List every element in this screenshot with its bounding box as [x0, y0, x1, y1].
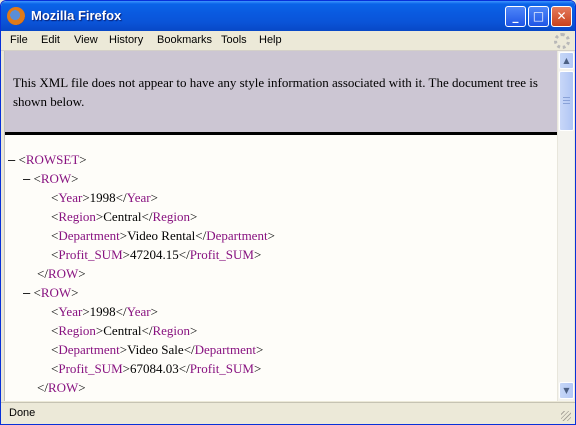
menu-file[interactable]: File	[10, 34, 28, 46]
document-viewport[interactable]: This XML file does not appear to have an…	[4, 51, 557, 401]
tree-field: <Department>Video Rental</Department>	[51, 228, 275, 243]
vertical-scrollbar[interactable]: ▲ ▼	[557, 51, 574, 401]
tree-field: <Region>Central</Region>	[51, 323, 198, 338]
menu-view[interactable]: View	[74, 34, 98, 46]
scroll-down-arrow-icon[interactable]: ▼	[559, 382, 574, 399]
field-value: Video Sale	[127, 342, 184, 357]
tree-field: <Year>1998</Year>	[51, 190, 158, 205]
tree-row-open: – <ROW>	[23, 285, 79, 300]
close-button[interactable]: ✕	[551, 6, 572, 27]
tree-field: <Year>1998</Year>	[51, 304, 158, 319]
menu-history[interactable]: History	[109, 34, 143, 46]
collapse-toggle-row[interactable]: –	[23, 286, 30, 300]
scroll-up-arrow-icon[interactable]: ▲	[559, 52, 574, 69]
field-value: 1998	[89, 304, 116, 319]
menu-tools[interactable]: Tools	[221, 34, 247, 46]
browser-window: Mozilla Firefox _ □ ✕ File Edit View His…	[0, 0, 576, 425]
collapse-toggle-row[interactable]: –	[23, 172, 30, 186]
tree-root-open: – <ROWSET>	[8, 152, 87, 167]
maximize-button[interactable]: □	[528, 6, 549, 27]
status-bar: Done	[1, 402, 575, 424]
xml-notice-banner: This XML file does not appear to have an…	[5, 51, 557, 135]
field-value: Central	[103, 323, 142, 338]
field-value: 47204.15	[129, 247, 179, 262]
scrollbar-thumb[interactable]	[559, 71, 574, 131]
tag-name: ROWSET	[25, 152, 80, 167]
tree-field: <Region>Central</Region>	[51, 209, 198, 224]
activity-throbber-icon	[554, 33, 570, 49]
menu-edit[interactable]: Edit	[41, 34, 60, 46]
status-text: Done	[9, 407, 36, 419]
tag-name: ROW	[40, 285, 72, 300]
window-title: Mozilla Firefox	[31, 8, 122, 23]
menu-bar: File Edit View History Bookmarks Tools H…	[1, 31, 575, 51]
tree-field: <Profit_SUM>47204.15</Profit_SUM>	[51, 247, 262, 262]
menu-help[interactable]: Help	[259, 34, 282, 46]
tag-name: ROW	[40, 171, 72, 186]
tree-field: <Department>Video Sale</Department>	[51, 342, 264, 357]
minimize-button[interactable]: _	[505, 6, 526, 27]
resize-grip-icon[interactable]	[561, 411, 571, 421]
title-bar[interactable]: Mozilla Firefox _ □ ✕	[1, 1, 575, 31]
tree-row-close: </ROW>	[37, 380, 86, 395]
collapse-toggle-root[interactable]: –	[8, 153, 15, 167]
tree-field: <Profit_SUM>67084.03</Profit_SUM>	[51, 361, 262, 376]
firefox-logo-icon	[7, 7, 25, 25]
tree-row-open: – <ROW>	[23, 171, 79, 186]
field-value: 1998	[89, 190, 116, 205]
field-value: 67084.03	[129, 361, 179, 376]
xml-notice-text: This XML file does not appear to have an…	[13, 75, 538, 109]
tree-row-close: </ROW>	[37, 266, 86, 281]
menu-bookmarks[interactable]: Bookmarks	[157, 34, 212, 46]
field-value: Central	[103, 209, 142, 224]
field-value: Video Rental	[127, 228, 196, 243]
